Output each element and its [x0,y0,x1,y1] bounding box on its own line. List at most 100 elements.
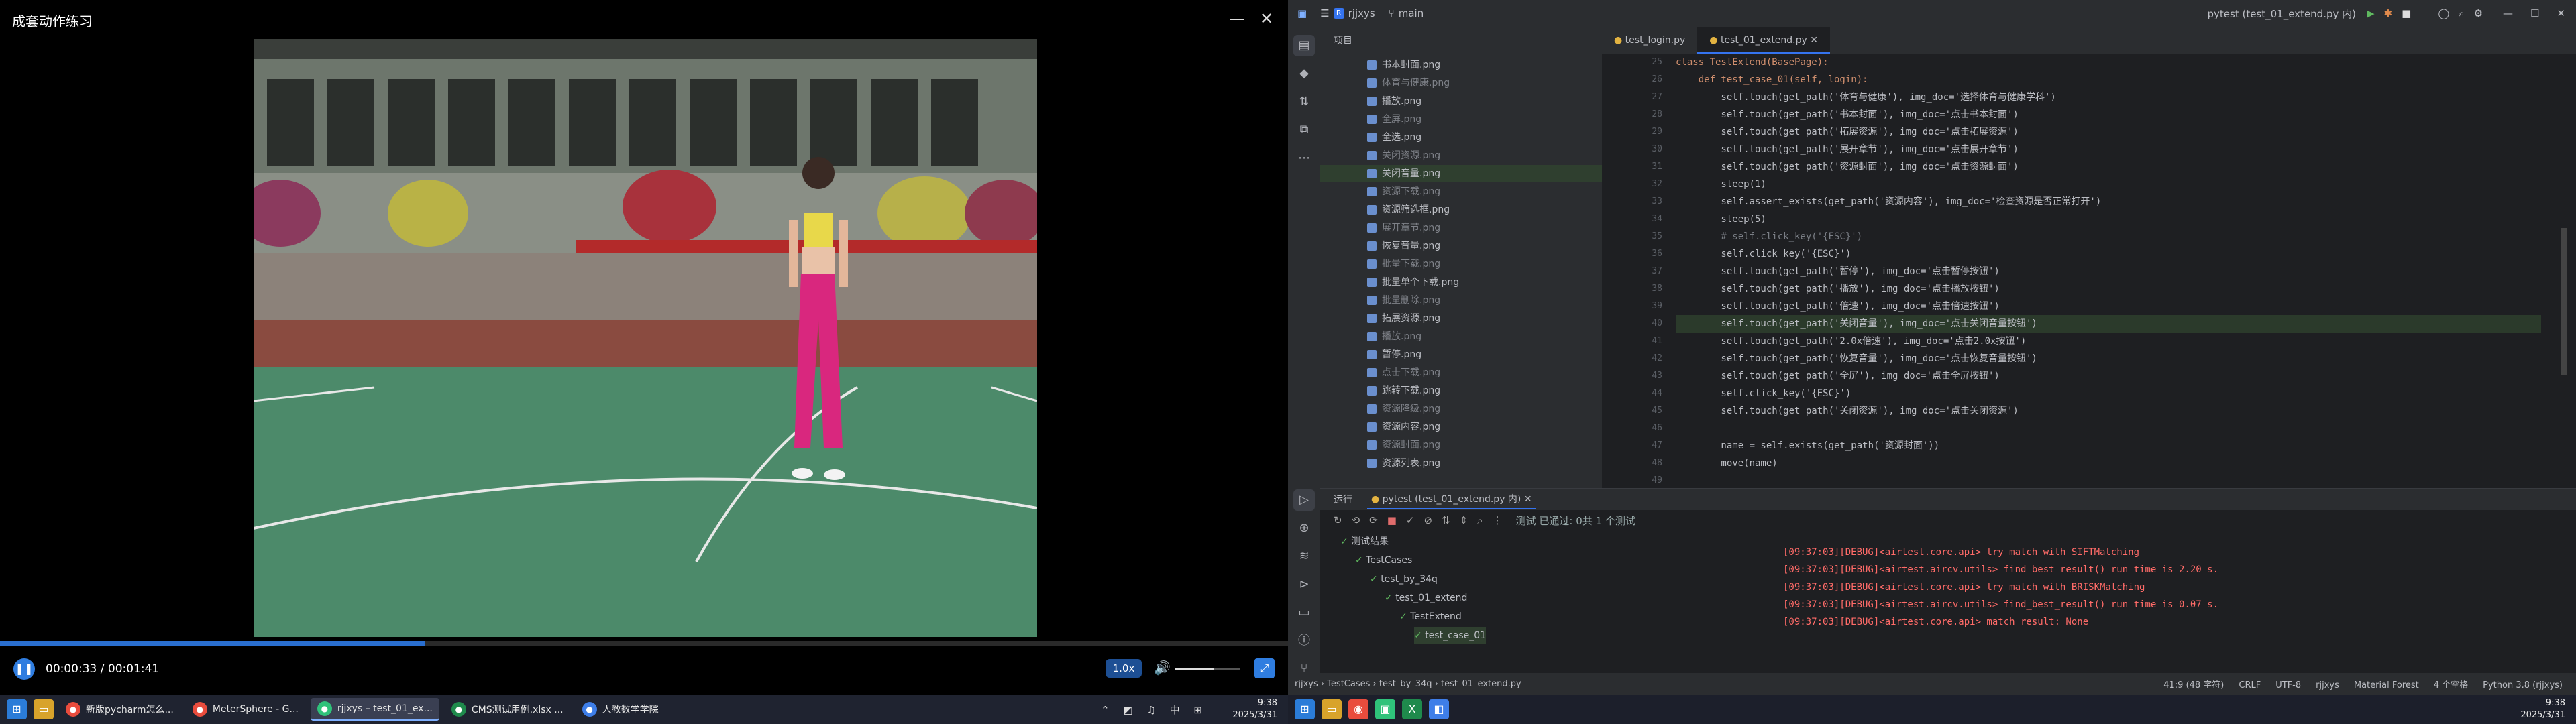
code-line[interactable]: self.touch(get_path('关闭资源'), img_doc='点击… [1676,402,2541,420]
file-item[interactable]: 资源内容.png [1320,418,1602,436]
code-line[interactable]: class TestExtend(BasePage): [1676,54,2541,71]
code-line[interactable]: move(name) [1676,455,2541,472]
debug-icon[interactable]: ✱ [2384,7,2393,19]
run-tool-icon[interactable]: ▷ [1293,489,1315,511]
main-menu-icon[interactable]: ☰ [1320,7,1329,19]
rerun-icon[interactable]: ↻ [1334,514,1342,526]
stop-run-icon[interactable]: ■ [1387,514,1397,526]
show-passed-icon[interactable]: ✓ [1406,514,1415,526]
structure-icon[interactable]: ⧉ [1293,119,1315,141]
file-item[interactable]: 资源降级.png [1320,400,1602,418]
taskbar-app[interactable]: ● CMS测试用例.xlsx ... [445,698,570,721]
breadcrumb-item[interactable]: test_by_34q [1379,679,1432,689]
run-icon[interactable]: ▶ [2367,7,2375,19]
code-line[interactable]: self.touch(get_path('倍速'), img_doc='点击倍速… [1676,298,2541,315]
code-line[interactable]: self.touch(get_path('播放'), img_doc='点击播放… [1676,280,2541,298]
file-item[interactable]: 批量下载.png [1320,255,1602,273]
show-ignored-icon[interactable]: ⊘ [1424,514,1433,526]
code-line[interactable]: self.touch(get_path('书本封面'), img_doc='点击… [1676,106,2541,123]
pull-request-icon[interactable]: ⇅ [1293,91,1315,113]
file-explorer-icon[interactable]: ▭ [34,699,54,719]
file-item[interactable]: 全屏.png [1320,111,1602,128]
file-item[interactable]: 关闭资源.png [1320,147,1602,164]
file-item[interactable]: 跳转下载.png [1320,382,1602,400]
code-line[interactable]: self.touch(get_path('全屏'), img_doc='点击全屏… [1676,367,2541,385]
code-line[interactable]: self.touch(get_path('体育与健康'), img_doc='选… [1676,88,2541,106]
file-item[interactable]: 全选.png [1320,129,1602,146]
code-line[interactable]: sleep(1) [1676,176,2541,193]
file-item[interactable]: 体育与健康.png [1320,74,1602,92]
breadcrumb-item[interactable]: rjjxys [1295,679,1318,689]
user-icon[interactable]: ◯ [2438,7,2449,19]
file-item[interactable]: 资源下载.png [1320,183,1602,200]
code-line[interactable]: self.touch(get_path('关闭音量'), img_doc='点击… [1676,315,2541,333]
status-item[interactable]: CRLF [2239,680,2261,690]
video-progress-bar[interactable] [0,641,1288,646]
video-frame[interactable] [254,39,1037,637]
taskbar-app[interactable]: ● 人教数学学院 [576,698,665,721]
test-tree-item[interactable]: ✓ test_case_01 [1414,627,1487,644]
file-item[interactable]: 书本封面.png [1320,56,1602,74]
start-icon[interactable]: ⊞ [1295,699,1315,719]
layers-icon[interactable]: ≋ [1293,546,1315,567]
breadcrumb-item[interactable]: test_01_extend.py [1441,679,1521,689]
status-item[interactable]: 4 个空格 [2434,680,2468,690]
code-line[interactable]: self.click_key('{ESC}') [1676,245,2541,263]
file-item[interactable]: 恢复音量.png [1320,237,1602,255]
taskbar-app[interactable]: ● 新版pycharm怎么... [59,698,180,721]
volume-slider[interactable] [1175,668,1240,670]
code-line[interactable]: self.touch(get_path('拓展资源'), img_doc='点击… [1676,123,2541,141]
commit-icon[interactable]: ◆ [1293,63,1315,84]
file-item[interactable]: 资源筛选框.png [1320,201,1602,219]
run-tab[interactable]: ● pytest (test_01_extend.py 内) ✕ [1367,489,1536,509]
editor-scrollbar[interactable] [2561,228,2567,375]
code-line[interactable]: self.touch(get_path('资源封面'), img_doc='点击… [1676,158,2541,176]
pycharm-icon[interactable]: ▣ [1375,699,1395,719]
status-item[interactable]: Python 3.8 (rjjxys) [2483,680,2563,690]
window-minimize-button[interactable]: — [2503,7,2513,19]
run-config-selector[interactable]: pytest (test_01_extend.py 内) [2208,7,2357,21]
file-item[interactable]: 资源封面.png [1320,436,1602,454]
file-item[interactable]: 批量单个下载.png [1320,274,1602,291]
zoom-icon[interactable]: ⌕ [1477,514,1483,526]
tray-icons[interactable]: ⌃ ◩ ♫ 中 ⊞ [1101,703,1208,717]
test-tree-item[interactable]: ✓ test_by_34q [1370,570,1438,588]
file-item[interactable]: 资源列表.png [1320,455,1602,472]
file-item[interactable]: 播放.png [1320,328,1602,345]
project-tool-icon[interactable]: ▤ [1293,35,1315,56]
file-item[interactable]: 点击下载.png [1320,364,1602,381]
taskbar-app[interactable]: ● MeterSphere - G... [186,698,305,721]
speed-button[interactable]: 1.0x [1106,659,1142,678]
project-switcher[interactable]: rjjxys [1348,7,1375,19]
status-item[interactable]: rjjxys [2316,680,2339,690]
file-item[interactable]: 拓展资源.png [1320,310,1602,327]
test-tree-item[interactable]: ✓ test_01_extend [1385,589,1467,607]
status-item[interactable]: Material Forest [2354,680,2419,690]
code-line[interactable] [1676,420,2541,437]
file-item[interactable]: 批量删除.png [1320,292,1602,309]
status-item[interactable]: UTF-8 [2275,680,2301,690]
code-line[interactable]: sleep(5) [1676,210,2541,228]
file-item[interactable]: 播放.png [1320,93,1602,110]
test-tree-item[interactable]: ✓ TestCases [1355,552,1412,569]
code-editor[interactable]: ● test_login.py ● test_01_extend.py ✕ 25… [1602,27,2576,488]
close-button[interactable]: ✕ [1254,7,1279,31]
volume-icon[interactable]: 🔊 [1154,660,1171,676]
window-close-button[interactable]: ✕ [2557,7,2565,19]
code-lines[interactable]: class TestExtend(BasePage): def test_cas… [1676,54,2548,488]
taskbar-app[interactable]: ● rjjxys – test_01_ex... [310,698,439,721]
test-tree-item[interactable]: ✓ TestExtend [1399,608,1462,625]
browser-icon[interactable]: ◉ [1348,699,1368,719]
app-icon[interactable]: ◧ [1429,699,1449,719]
tab-test-01-extend[interactable]: ● test_01_extend.py ✕ [1697,27,1830,54]
code-line[interactable]: name = self.exists(get_path('资源封面')) [1676,437,2541,455]
code-line[interactable]: self.touch(get_path('暂停'), img_doc='点击暂停… [1676,263,2541,280]
problems-icon[interactable]: ⓘ [1293,630,1315,652]
minimize-button[interactable]: — [1225,7,1249,31]
code-line[interactable]: self.touch(get_path('恢复音量'), img_doc='点击… [1676,350,2541,367]
fullscreen-button[interactable]: ⤢ [1254,658,1275,678]
file-item[interactable]: 暂停.png [1320,346,1602,363]
toggle-auto-test-icon[interactable]: ⟳ [1369,514,1378,526]
settings-icon[interactable]: ⚙ [2474,7,2483,19]
clock[interactable]: 9:38 2025/3/31 [2520,697,2565,721]
